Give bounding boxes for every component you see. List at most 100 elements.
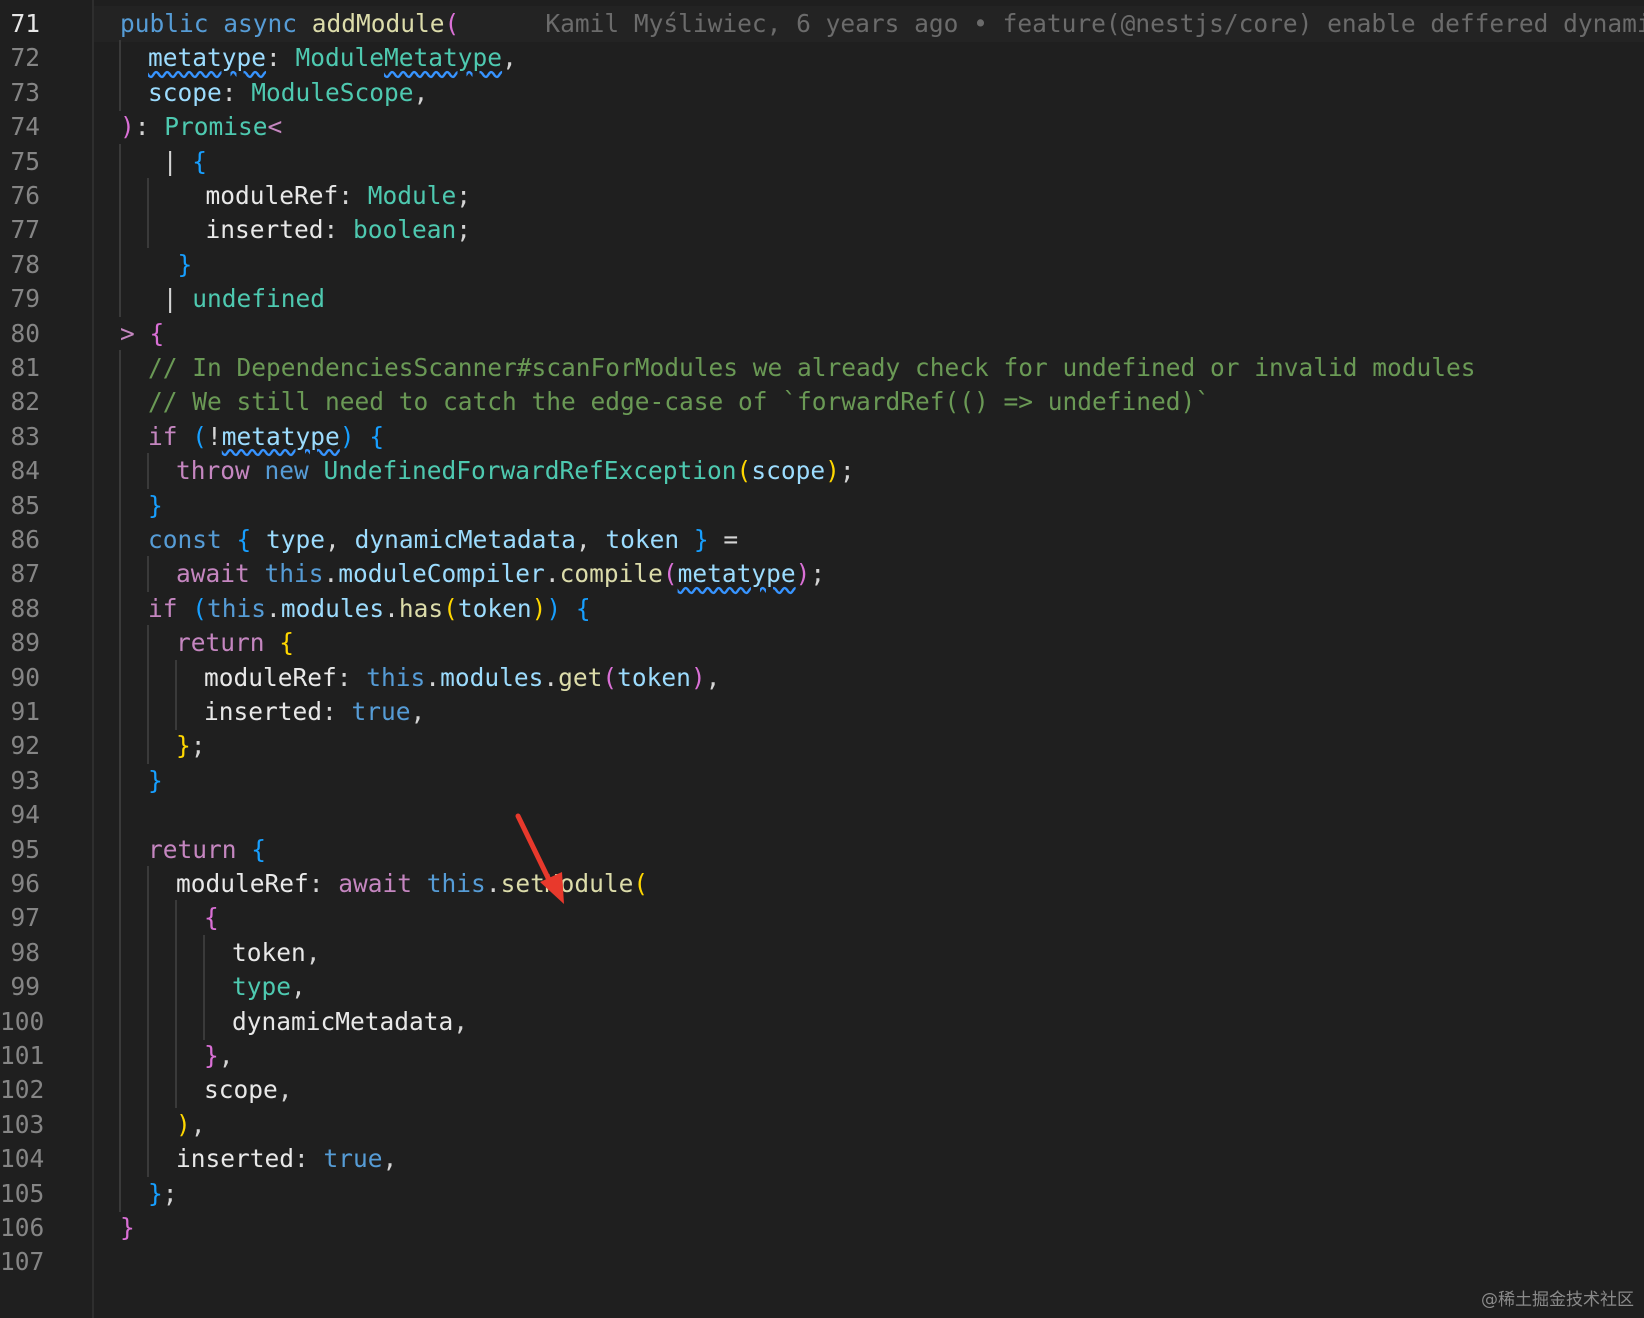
code-token: (	[736, 456, 752, 486]
code-line[interactable]: inserted: true,	[94, 694, 1644, 730]
code-token: ,	[382, 1144, 398, 1174]
code-token: ,	[277, 1075, 293, 1105]
indent-guide	[147, 866, 149, 902]
code-line[interactable]: ),	[94, 1106, 1644, 1143]
code-line[interactable]: inserted: boolean;	[94, 212, 1644, 249]
code-line[interactable]: },	[94, 1038, 1644, 1074]
code-token: token	[457, 593, 532, 623]
code-token: ,	[502, 43, 517, 73]
line-number: 99	[10, 972, 40, 1002]
code-token: ;	[456, 215, 472, 245]
line-number: 88	[10, 593, 40, 623]
code-line[interactable]: moduleRef: this.modules.get(token),	[94, 659, 1644, 696]
code-line[interactable]: };	[94, 728, 1644, 765]
indent-guide	[119, 384, 121, 421]
indent-guide	[119, 659, 121, 696]
indent-guide	[119, 934, 121, 971]
code-token: )	[795, 559, 811, 589]
code-token: ,	[410, 697, 426, 726]
code-lines[interactable]: public async addModule(Kamil Myśliwiec, …	[94, 0, 1644, 1318]
code-line[interactable]	[94, 797, 1644, 834]
line-number: 75	[10, 146, 40, 176]
code-token: ,	[291, 972, 306, 1002]
code-line[interactable]: if (this.modules.has(token)) {	[94, 590, 1644, 627]
code-token: token	[617, 662, 691, 692]
line-number: 95	[10, 834, 40, 864]
indent-guide	[175, 659, 177, 696]
code-token: ModuleScope	[251, 77, 414, 107]
code-token: .	[323, 559, 339, 589]
code-line[interactable]: // In DependenciesScanner#scanForModules…	[94, 350, 1644, 386]
code-token: this	[207, 593, 267, 623]
line-number: 77	[10, 215, 40, 245]
code-line[interactable]: public async addModule(Kamil Myśliwiec, …	[94, 6, 1644, 42]
code-line[interactable]: | undefined	[94, 281, 1644, 318]
code-line[interactable]: {	[94, 900, 1644, 937]
code-token: |	[148, 284, 193, 314]
code-line[interactable]: };	[94, 1175, 1644, 1212]
code-line[interactable]: inserted: true,	[94, 1141, 1644, 1178]
code-line[interactable]: scope: ModuleScope,	[94, 74, 1644, 111]
code-token: scope	[148, 77, 222, 107]
code-content: inserted: boolean;	[120, 215, 472, 245]
code-token: ,	[575, 525, 606, 554]
code-line[interactable]: }	[94, 762, 1644, 799]
code-line[interactable]: > {	[94, 316, 1644, 352]
code-token: dynamicMetadata	[232, 1006, 454, 1036]
code-line[interactable]: | {	[94, 143, 1644, 180]
code-line[interactable]: token,	[94, 934, 1644, 971]
code-token: .	[485, 869, 501, 898]
code-line[interactable]: type,	[94, 969, 1644, 1006]
indent-guide	[119, 143, 121, 180]
code-line[interactable]	[94, 1244, 1644, 1280]
code-token: (	[602, 662, 618, 692]
code-editor[interactable]: 71 72 73 74 75 76 77 78 79 80 81 82 83 84 85 86 87 88 89 90…	[0, 0, 1644, 1318]
code-content: metatype: ModuleMetatype,	[120, 43, 517, 72]
code-line[interactable]: }	[94, 246, 1644, 283]
code-line[interactable]: metatype: ModuleMetatype,	[94, 40, 1644, 77]
code-token: public	[120, 9, 224, 38]
code-line[interactable]: // We still need to catch the edge-case …	[94, 384, 1644, 421]
code-line[interactable]: moduleRef: await this.setModule(	[94, 866, 1644, 902]
code-token: :	[294, 1144, 324, 1174]
code-token: ;	[190, 731, 206, 761]
code-line[interactable]: ): Promise<	[94, 109, 1644, 145]
code-line[interactable]: const { type, dynamicMetadata, token } =	[94, 522, 1644, 558]
code-token: metatype	[148, 43, 267, 73]
code-line[interactable]: }	[94, 1210, 1644, 1246]
code-token: new	[264, 456, 324, 486]
code-line[interactable]: dynamicMetadata,	[94, 1003, 1644, 1040]
indent-guide	[147, 900, 149, 937]
code-token: type	[232, 972, 292, 1002]
code-token: moduleCompiler	[338, 559, 545, 589]
code-token: inserted	[176, 1144, 295, 1174]
code-line[interactable]: moduleRef: Module;	[94, 178, 1644, 214]
code-token: }	[120, 1213, 135, 1242]
code-token: const	[148, 525, 237, 554]
code-token: {	[561, 593, 591, 623]
indent-guide	[147, 1072, 149, 1109]
line-number: 93	[10, 765, 40, 795]
code-token: scope	[751, 456, 826, 486]
indent-guide	[119, 797, 121, 834]
code-token: moduleRef	[176, 181, 339, 210]
indent-guide	[175, 694, 177, 730]
code-token: }	[177, 249, 193, 279]
code-line[interactable]: scope,	[94, 1072, 1644, 1109]
code-line[interactable]: return {	[94, 625, 1644, 662]
git-blame-annotation[interactable]: Kamil Myśliwiec, 6 years ago • feature(@…	[459, 9, 1644, 38]
code-line[interactable]: }	[94, 487, 1644, 524]
code-line[interactable]: await this.moduleCompiler.compile(metaty…	[94, 556, 1644, 593]
code-token: .	[425, 662, 441, 692]
code-token: |	[148, 146, 193, 176]
code-line[interactable]: throw new UndefinedForwardRefException(s…	[94, 453, 1644, 490]
code-token: }	[176, 731, 191, 761]
code-content: | undefined	[120, 284, 325, 313]
code-line[interactable]: return {	[94, 831, 1644, 868]
code-line[interactable]: if (!metatype) {	[94, 418, 1644, 455]
code-token: {	[149, 318, 165, 348]
line-number: 94	[10, 800, 40, 830]
code-token: >	[120, 318, 150, 348]
indent-guide	[175, 1003, 177, 1040]
code-content: };	[120, 1179, 178, 1208]
